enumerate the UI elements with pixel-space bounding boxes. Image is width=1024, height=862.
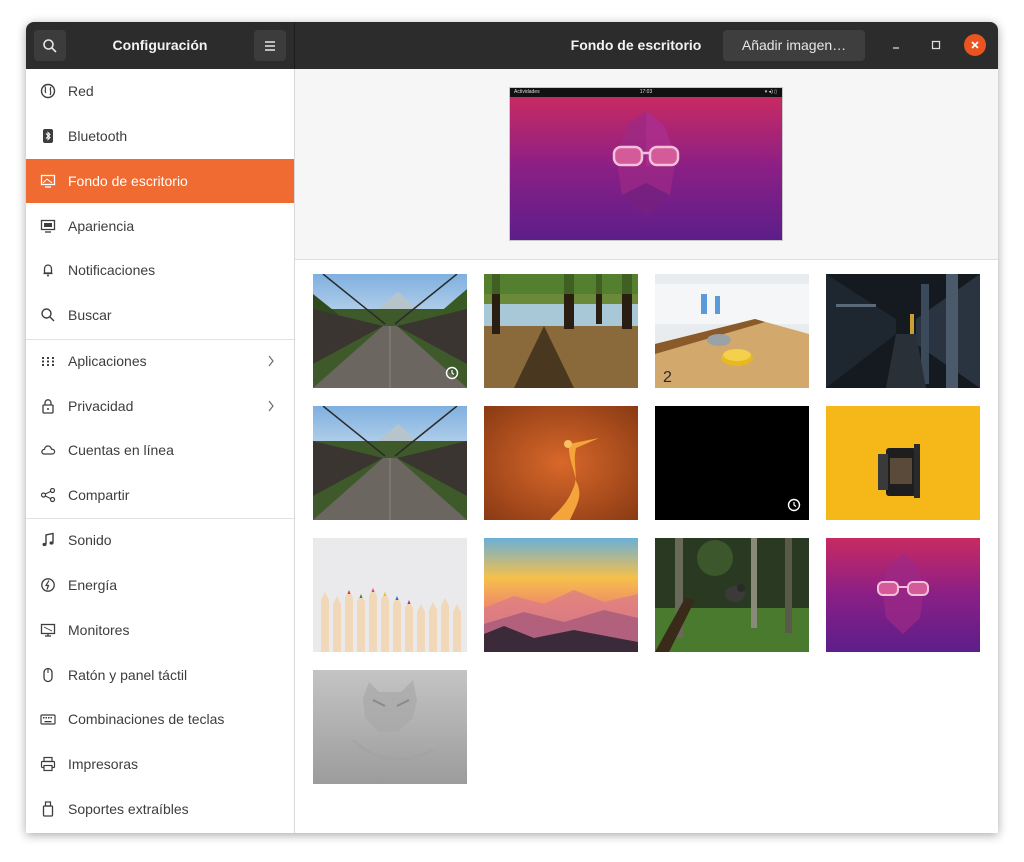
sidebar-item-cuentas-en-linea[interactable]: Cuentas en línea [26, 428, 294, 472]
monitor-icon [40, 622, 56, 638]
sidebar-item-notificaciones[interactable]: Notificaciones [26, 248, 294, 292]
sidebar-item-sonido[interactable]: Sonido [26, 518, 294, 562]
keyboard-icon [40, 711, 56, 727]
chevron-right-icon [268, 355, 274, 367]
minimize-icon [893, 47, 899, 49]
wallpaper-bridge-forest[interactable] [313, 274, 467, 388]
sidebar-item-bluetooth[interactable]: Bluetooth [26, 114, 294, 158]
wallpaper-shuffleboard-table[interactable]: 2 [655, 274, 809, 388]
sidebar-item-label: Bluetooth [68, 128, 128, 144]
settings-window: Configuración Fondo de escritorio Añadir… [26, 22, 998, 833]
sidebar-item-label: Energía [68, 577, 118, 593]
search-icon [40, 307, 56, 323]
cloud-icon [40, 442, 56, 458]
wallpaper-purple-gorilla[interactable] [826, 538, 980, 652]
preview-background [510, 97, 782, 240]
power-icon [40, 577, 56, 593]
sidebar-item-apariencia[interactable]: Apariencia [26, 204, 294, 248]
header-bar: Configuración Fondo de escritorio Añadir… [26, 22, 998, 69]
wallpaper-subway-station[interactable] [826, 274, 980, 388]
background-icon [40, 173, 56, 189]
minimize-button[interactable] [885, 34, 907, 56]
wallpaper-black-timed[interactable] [655, 406, 809, 520]
preview-area: Actividades 17:03 ▾ ◂) ▯ [295, 69, 998, 260]
timed-wallpaper-icon [787, 498, 801, 512]
wallpaper-orange-heron[interactable] [484, 406, 638, 520]
sidebar-item-soportes-extraibles[interactable]: Soportes extraíbles [26, 787, 294, 831]
wallpaper-grey-fossa[interactable] [313, 670, 467, 784]
sidebar-item-label: Impresoras [68, 756, 139, 772]
sidebar-item-aplicaciones[interactable]: Aplicaciones [26, 339, 294, 383]
menu-button[interactable] [254, 30, 286, 61]
page-title: Fondo de escritorio [570, 37, 702, 53]
maximize-button[interactable] [925, 34, 947, 56]
sidebar-item-label: Combinaciones de teclas [68, 711, 225, 727]
mouse-icon [40, 667, 56, 683]
gorilla-mascot-icon [612, 111, 680, 215]
apps-grid-icon [40, 353, 56, 369]
sidebar-item-label: Fondo de escritorio [68, 173, 188, 189]
sidebar-item-raton-y-panel-tactil[interactable]: Ratón y panel táctil [26, 653, 294, 697]
sidebar-item-label: Cuentas en línea [68, 442, 174, 458]
printer-icon [40, 756, 56, 772]
maximize-icon [931, 40, 941, 50]
wallpaper-film-roll-yellow[interactable] [826, 406, 980, 520]
wallpaper-sunset-mountains[interactable] [484, 538, 638, 652]
bluetooth-icon [40, 128, 56, 144]
preview-status-icons: ▾ ◂) ▯ [764, 89, 777, 95]
search-icon [43, 38, 57, 53]
chevron-right-icon [268, 400, 274, 412]
sidebar-item-impresoras[interactable]: Impresoras [26, 742, 294, 786]
svg-text:2: 2 [663, 369, 672, 386]
preview-top-bar: Actividades 17:03 ▾ ◂) ▯ [510, 88, 782, 97]
sidebar-item-label: Monitores [68, 622, 130, 638]
wallpaper-bridge-forest-2[interactable] [313, 406, 467, 520]
sidebar-item-label: Ratón y panel táctil [68, 667, 188, 683]
sidebar-item-label: Red [68, 83, 94, 99]
sidebar-header: Configuración [26, 22, 295, 69]
close-button[interactable] [964, 34, 986, 56]
sidebar-item-label: Sonido [68, 532, 112, 548]
sidebar-item-label: Soportes extraíbles [68, 801, 189, 817]
main-content: Actividades 17:03 ▾ ◂) ▯ 2 [295, 69, 998, 833]
sidebar-item-fondo-de-escritorio[interactable]: Fondo de escritorio [26, 159, 294, 203]
wallpaper-preview: Actividades 17:03 ▾ ◂) ▯ [510, 88, 782, 240]
wallpaper-forest-lake-shadows[interactable] [484, 274, 638, 388]
search-button[interactable] [34, 30, 66, 61]
sidebar-item-label: Compartir [68, 487, 130, 503]
sidebar-item-red[interactable]: Red [26, 69, 294, 113]
hamburger-icon [265, 40, 275, 51]
appearance-icon [40, 218, 56, 234]
bell-icon [40, 262, 56, 278]
sidebar-item-privacidad[interactable]: Privacidad [26, 384, 294, 428]
sidebar-item-label: Aplicaciones [68, 353, 147, 369]
sidebar-item-label: Apariencia [68, 218, 135, 234]
sidebar-item-combinaciones-de-teclas[interactable]: Combinaciones de teclas [26, 697, 294, 741]
sidebar-item-energia[interactable]: Energía [26, 563, 294, 607]
sidebar-item-monitores[interactable]: Monitores [26, 608, 294, 652]
network-icon [40, 83, 56, 99]
usb-drive-icon [40, 801, 56, 817]
sidebar-item-label: Notificaciones [68, 262, 156, 278]
preview-clock: 17:03 [639, 89, 653, 95]
sidebar-title: Configuración [112, 37, 208, 53]
sidebar-item-buscar[interactable]: Buscar [26, 293, 294, 337]
add-image-button[interactable]: Añadir imagen… [723, 30, 865, 61]
wallpaper-gorilla-jungle[interactable] [655, 538, 809, 652]
share-icon [40, 487, 56, 503]
close-icon [971, 41, 979, 49]
lock-icon [40, 398, 56, 414]
timed-wallpaper-icon [445, 366, 459, 380]
music-note-icon [40, 532, 56, 548]
sidebar-item-label: Privacidad [68, 398, 134, 414]
wallpaper-colored-pencils[interactable] [313, 538, 467, 652]
sidebar-item-compartir[interactable]: Compartir [26, 473, 294, 517]
sidebar: Red Bluetooth Fondo de escritorio Aparie… [26, 69, 295, 833]
sidebar-item-label: Buscar [68, 307, 112, 323]
